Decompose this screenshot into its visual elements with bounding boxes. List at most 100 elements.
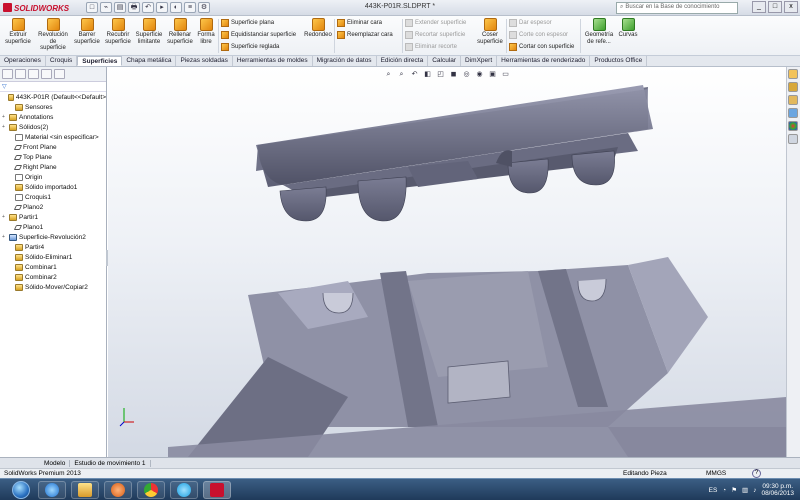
origin-icon bbox=[15, 173, 23, 181]
thicken-button[interactable]: Dar espesor bbox=[509, 19, 552, 27]
thickened-cut-button[interactable]: Corte con espesor bbox=[509, 31, 568, 39]
ie-icon[interactable] bbox=[38, 481, 66, 499]
solidworks-taskbar-icon[interactable] bbox=[203, 481, 231, 499]
view-palette-icon[interactable] bbox=[788, 108, 798, 118]
tab-superficies[interactable]: Superficies bbox=[77, 56, 123, 66]
help-icon[interactable]: ? bbox=[752, 469, 761, 478]
flag-icon[interactable]: ⚑ bbox=[731, 486, 737, 494]
tree-item[interactable]: Plano1 bbox=[2, 222, 106, 232]
knit-surface-button[interactable]: Coser superficie bbox=[474, 18, 506, 45]
ruled-surface-button[interactable]: Superficie reglada bbox=[221, 43, 279, 51]
network-icon[interactable]: ▥ bbox=[742, 486, 748, 494]
tab-renderizado[interactable]: Herramientas de renderizado bbox=[497, 56, 591, 66]
language-indicator[interactable]: ES bbox=[709, 487, 718, 494]
clock[interactable]: 09:30 p.m. 08/06/2013 bbox=[761, 483, 794, 497]
replace-face-button[interactable]: Reemplazar cara bbox=[337, 31, 393, 39]
tree-item[interactable]: Sólido-Mover/Copiar2 bbox=[2, 282, 106, 292]
start-button[interactable] bbox=[12, 481, 30, 499]
media-icon[interactable] bbox=[104, 481, 132, 499]
resources-icon[interactable] bbox=[788, 69, 798, 79]
tab-calcular[interactable]: Calcular bbox=[428, 56, 462, 66]
reference-geometry-button[interactable]: Geometría de refe... bbox=[583, 18, 615, 45]
revolve-surface-button[interactable]: Revolución de superficie bbox=[36, 18, 70, 52]
search-input[interactable]: Buscar en la Base de conocimiento bbox=[625, 4, 719, 12]
feature-manager-tab-icon[interactable] bbox=[2, 69, 13, 79]
chrome-icon[interactable] bbox=[137, 481, 165, 499]
freeform-button[interactable]: Forma libre bbox=[196, 18, 216, 45]
design-library-icon[interactable] bbox=[788, 82, 798, 92]
tab-herramientas-moldes[interactable]: Herramientas de moldes bbox=[233, 56, 313, 66]
filter-icon: ▽ bbox=[2, 84, 7, 90]
sweep-surface-button[interactable]: Barrer superficie bbox=[72, 18, 102, 45]
graphics-area[interactable]: ⌕ ⌕ ↶ ◧ ◰ ◼ ◎ ◉ ▣ ▭ bbox=[108, 67, 786, 457]
tree-item[interactable]: Plano2 bbox=[2, 202, 106, 212]
tab-estudio-movimiento[interactable]: Estudio de movimiento 1 bbox=[70, 459, 151, 467]
loft-surface-button[interactable]: Recubrir superficie bbox=[103, 18, 133, 45]
tree-item[interactable]: Right Plane bbox=[2, 162, 106, 172]
tab-migracion-datos[interactable]: Migración de datos bbox=[313, 56, 377, 66]
tree-item[interactable]: 443K-P01R (Default<<Default> bbox=[2, 92, 106, 102]
tab-operaciones[interactable]: Operaciones bbox=[0, 56, 46, 66]
explorer-icon[interactable] bbox=[71, 481, 99, 499]
delete-face-button[interactable]: Eliminar cara bbox=[337, 19, 382, 27]
tree-item[interactable]: + Superficie-Revolución2 bbox=[2, 232, 106, 242]
surface-icon bbox=[9, 233, 17, 241]
configuration-manager-tab-icon[interactable] bbox=[28, 69, 39, 79]
plane-icon bbox=[13, 144, 23, 150]
tree-item[interactable]: Material <sin especificar> bbox=[2, 132, 106, 142]
appearances-icon[interactable] bbox=[788, 121, 798, 131]
tree-item[interactable]: Top Plane bbox=[2, 152, 106, 162]
tab-piezas-soldadas[interactable]: Piezas soldadas bbox=[176, 56, 233, 66]
property-manager-tab-icon[interactable] bbox=[15, 69, 26, 79]
tree-item[interactable]: + Annotations bbox=[2, 112, 106, 122]
volume-icon[interactable]: ♪ bbox=[753, 487, 756, 494]
tab-dimxpert[interactable]: DimXpert bbox=[461, 56, 498, 66]
tree-item[interactable]: Sólido-Eliminar1 bbox=[2, 252, 106, 262]
planar-surface-button[interactable]: Superficie plana bbox=[221, 19, 274, 27]
extrude-surface-button[interactable]: Extruir superficie bbox=[2, 18, 34, 45]
close-button[interactable]: x bbox=[784, 1, 798, 13]
tree-item[interactable]: Origin bbox=[2, 172, 106, 182]
curves-button[interactable]: Curvas bbox=[617, 18, 639, 39]
tab-edicion-directa[interactable]: Edición directa bbox=[377, 56, 429, 66]
tab-croquis[interactable]: Croquis bbox=[46, 56, 78, 66]
thicken-icon bbox=[509, 19, 517, 27]
feature-icon bbox=[15, 253, 23, 261]
tree-item[interactable]: Front Plane bbox=[2, 142, 106, 152]
boundary-surface-button[interactable]: Superficie limitante bbox=[134, 18, 164, 45]
file-explorer-icon[interactable] bbox=[788, 95, 798, 105]
thickened-cut-icon bbox=[509, 31, 517, 39]
restore-button[interactable]: □ bbox=[768, 1, 782, 13]
status-units[interactable]: MMGS bbox=[706, 470, 726, 477]
tree-item[interactable]: + Partir1 bbox=[2, 212, 106, 222]
extend-surface-button[interactable]: Extender superficie bbox=[405, 19, 466, 27]
tree-item[interactable]: + Sólidos(2) bbox=[2, 122, 106, 132]
tree-item[interactable]: Partir4 bbox=[2, 242, 106, 252]
extend-surface-icon bbox=[405, 19, 413, 27]
tree-item[interactable]: Croquis1 bbox=[2, 192, 106, 202]
knowledge-base-search[interactable]: ⌕ Buscar en la Base de conocimiento bbox=[616, 2, 738, 14]
tree-filter[interactable]: ▽ bbox=[0, 82, 106, 92]
untrim-surface-button[interactable]: Eliminar recorte bbox=[405, 43, 457, 51]
minimize-button[interactable]: _ bbox=[752, 1, 766, 13]
dimxpert-manager-tab-icon[interactable] bbox=[41, 69, 52, 79]
trim-surface-button[interactable]: Recortar superficie bbox=[405, 31, 465, 39]
help-tray-icon[interactable]: ◔ bbox=[722, 487, 726, 494]
offset-surface-button[interactable]: Equidistanciar superficie bbox=[221, 31, 296, 39]
tree-item[interactable]: Combinar2 bbox=[2, 272, 106, 282]
display-manager-tab-icon[interactable] bbox=[54, 69, 65, 79]
fillet-button[interactable]: Redondeo bbox=[303, 18, 333, 39]
surface-cut-button[interactable]: Cortar con superficie bbox=[509, 43, 574, 51]
reference-geometry-icon bbox=[592, 18, 606, 31]
tab-modelo[interactable]: Modelo bbox=[40, 459, 71, 467]
custom-properties-icon[interactable] bbox=[788, 134, 798, 144]
tree-item[interactable]: Sólido importado1 bbox=[2, 182, 106, 192]
tree-item[interactable]: Sensores bbox=[2, 102, 106, 112]
skype-icon[interactable] bbox=[170, 481, 198, 499]
part-icon bbox=[7, 93, 14, 101]
fill-surface-button[interactable]: Rellenar superficie bbox=[165, 18, 195, 45]
tree-item[interactable]: Combinar1 bbox=[2, 262, 106, 272]
tab-chapa-metalica[interactable]: Chapa metálica bbox=[122, 56, 177, 66]
command-manager: Extruir superficie Revolución de superfi… bbox=[0, 16, 800, 56]
tab-productos-office[interactable]: Productos Office bbox=[590, 56, 648, 66]
